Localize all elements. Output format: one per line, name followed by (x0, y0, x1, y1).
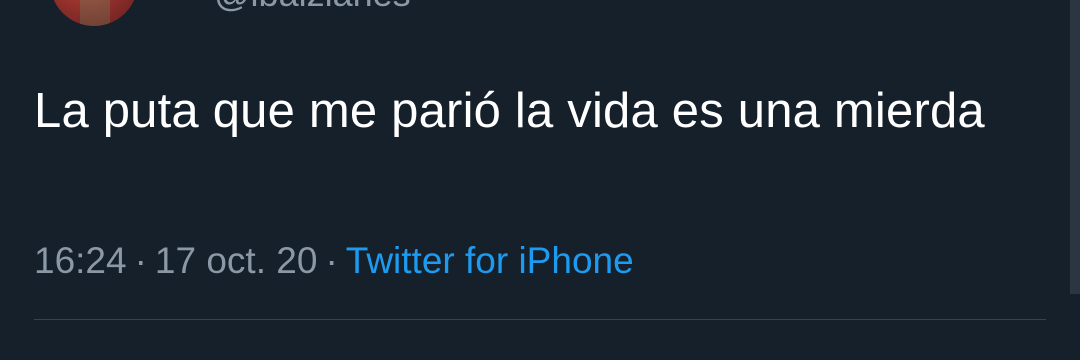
meta-separator: · (325, 240, 338, 281)
tweet-time: 16:24 (34, 240, 127, 281)
tweet-detail-view: @ibaizlanes La puta que me parió la vida… (0, 0, 1080, 360)
tweet-metadata: 16:24 · 17 oct. 20 · Twitter for iPhone (34, 239, 634, 283)
tweet-source-link[interactable]: Twitter for iPhone (346, 240, 634, 281)
avatar[interactable] (50, 0, 138, 26)
tweet-text: La puta que me parió la vida es una mier… (34, 84, 985, 138)
tweet-date: 17 oct. 20 (154, 240, 318, 281)
meta-separator: · (134, 240, 147, 281)
author-handle[interactable]: @ibaizlanes (214, 0, 411, 12)
divider (34, 319, 1046, 320)
scrollbar[interactable] (1070, 0, 1080, 294)
